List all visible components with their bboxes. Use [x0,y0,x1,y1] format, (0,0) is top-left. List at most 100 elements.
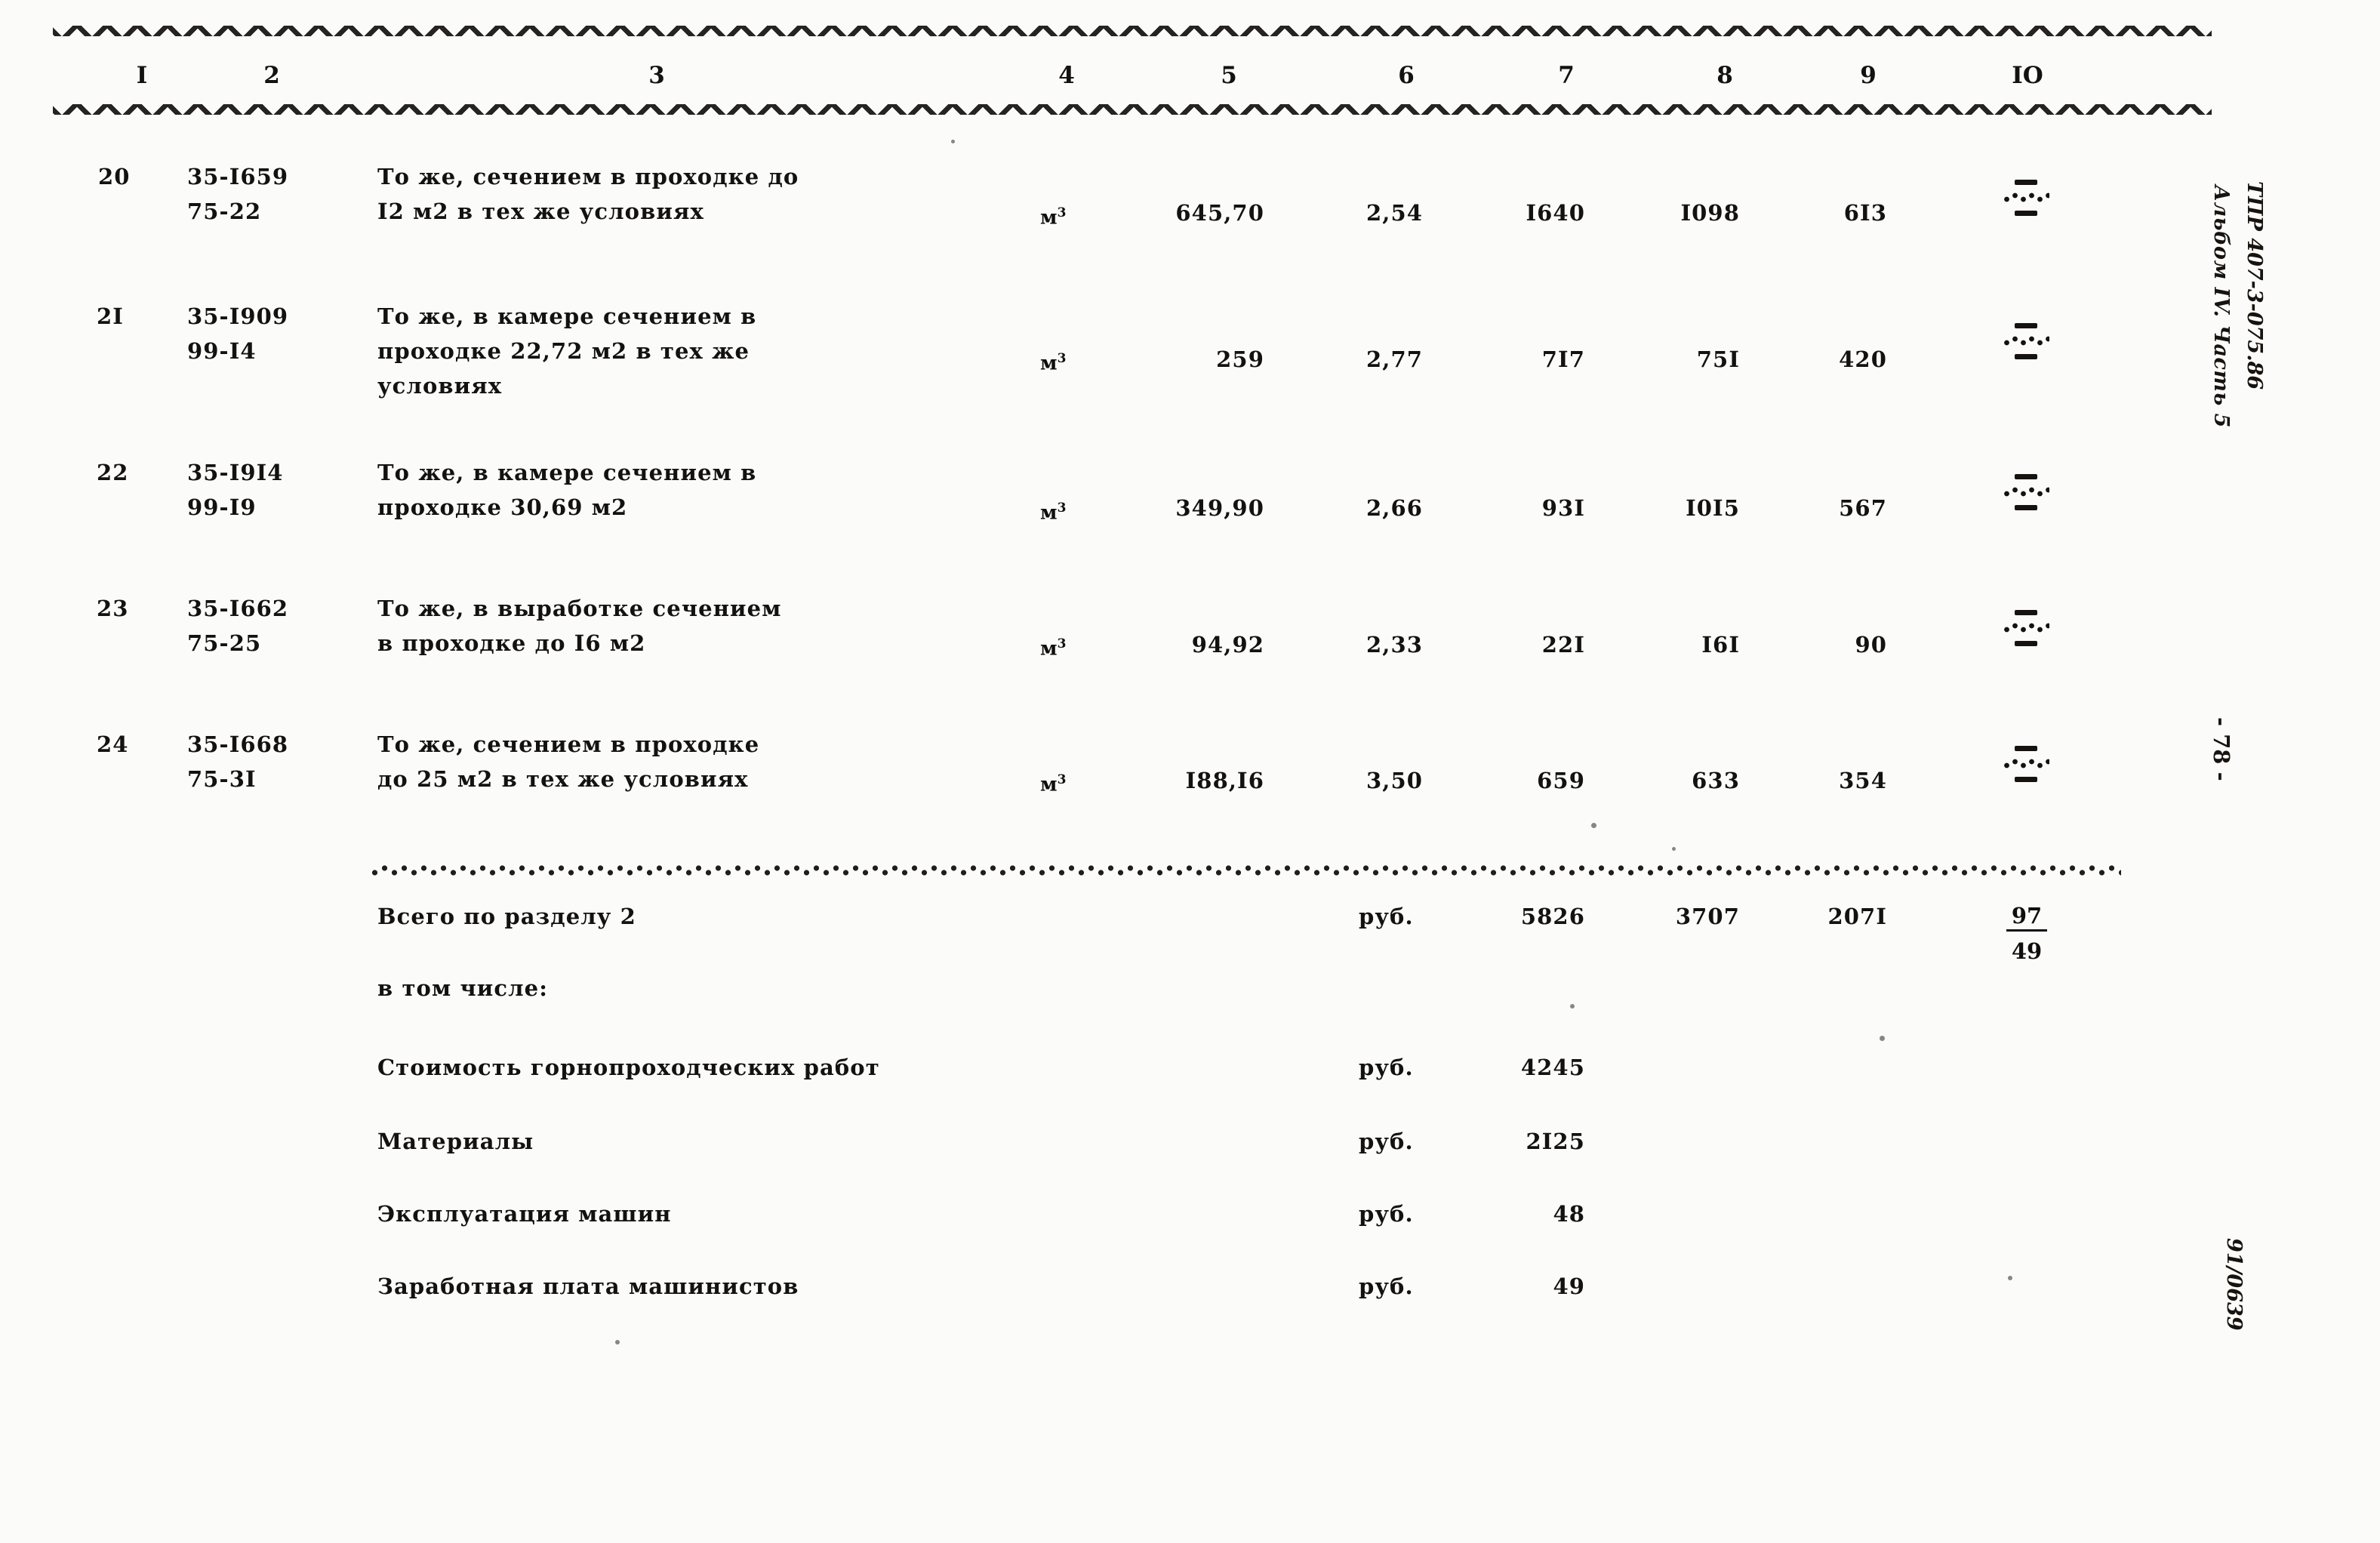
row-code-line1: 35-I9I4 [187,460,284,485]
breakdown-value: 4245 [1520,1055,1585,1080]
row-col8: 75I [1696,346,1740,372]
row-code-line2: 75-22 [187,199,262,224]
row-col9: 354 [1839,768,1887,793]
row-col8: I0I5 [1686,495,1740,521]
row-price: 3,50 [1365,768,1423,793]
row-col10-dash-fraction [1997,746,2055,782]
row-col7: 7I7 [1541,346,1585,372]
row-quantity: 259 [1216,346,1264,372]
scan-speck [2008,1276,2012,1280]
row-unit: м3 [1040,500,1067,525]
header-rule-top [53,23,2212,36]
wave-divider-icon [2003,335,2049,347]
scan-speck [615,1340,620,1344]
scan-speck [1591,823,1596,828]
scan-speck [1570,1004,1575,1009]
summary-total-col7: 5826 [1520,904,1585,929]
row-code-line1: 35-I909 [187,303,289,329]
row-col8: 633 [1692,768,1740,793]
scan-speck [1880,1036,1885,1041]
dash-bottom-icon [2015,354,2037,359]
row-description-line2: в проходке до I6 м2 [377,630,646,656]
breakdown-label: Заработная плата машинистов [377,1274,799,1299]
wave-divider-icon [2003,192,2049,204]
row-number: 24 [97,731,129,757]
page-sheet: I 2 3 4 5 6 7 8 9 IO 20 35-I659 75-22 То… [0,0,2380,1543]
row-col10-dash-fraction [1997,474,2055,510]
row-col9: 90 [1855,632,1887,658]
column-header-2: 2 [263,62,280,89]
margin-page-number: - 78 - [2209,717,2234,781]
dash-top-icon [2015,746,2037,751]
column-header-5: 5 [1221,62,1237,89]
row-description-line2: проходке 22,72 м2 в тех же [377,338,750,364]
dash-bottom-icon [2015,211,2037,216]
column-header-6: 6 [1398,62,1415,89]
column-header-4: 4 [1058,62,1075,89]
dash-top-icon [2015,180,2037,185]
row-col9: 420 [1839,346,1887,372]
row-unit: м3 [1040,636,1067,661]
summary-total-unit: руб. [1359,904,1414,929]
header-rule-bottom [53,101,2212,115]
breakdown-value: 48 [1553,1201,1585,1227]
column-header-9: 9 [1860,62,1877,89]
margin-bottom-code: 91/0639 [2222,1238,2246,1331]
column-header-10: IO [2012,62,2043,89]
row-code-line2: 75-3I [187,766,257,792]
breakdown-label: Эксплуатация машин [377,1201,672,1227]
row-col7: 22I [1541,632,1585,658]
row-number: 2I [97,303,124,329]
wave-divider-icon [2003,758,2049,770]
breakdown-value: 2I25 [1526,1129,1585,1154]
row-price: 2,66 [1365,495,1423,521]
row-unit: м3 [1040,205,1067,229]
row-description-line3: условиях [377,373,503,399]
row-quantity: 94,92 [1191,632,1264,658]
dash-bottom-icon [2015,777,2037,782]
row-description-line1: То же, в камере сечением в [377,460,757,485]
fraction-numerator: 97 [2006,903,2047,932]
summary-total-col10-fraction: 97 49 [1993,903,2061,964]
row-code-line1: 35-I668 [187,731,289,757]
column-header-1: I [136,62,148,89]
row-col8: I6I [1701,632,1740,658]
row-code-line2: 99-I9 [187,494,257,520]
row-col7: I640 [1526,200,1585,226]
row-description-line2: до 25 м2 в тех же условиях [377,766,749,792]
row-description-line1: То же, сечением в проходке [377,731,760,757]
row-quantity: 645,70 [1175,200,1264,226]
breakdown-label: Стоимость горнопроходческих работ [377,1055,880,1080]
summary-including-label: в том числе: [377,975,549,1001]
row-col10-dash-fraction [1997,323,2055,359]
row-description-line2: I2 м2 в тех же условиях [377,199,704,224]
column-header-7: 7 [1558,62,1575,89]
column-header-3: 3 [648,62,665,89]
row-quantity: I88,I6 [1185,768,1264,793]
row-col7: 659 [1537,768,1585,793]
row-code-line2: 75-25 [187,630,262,656]
breakdown-unit: руб. [1359,1274,1414,1299]
row-number: 20 [98,164,131,189]
summary-total-label: Всего по разделу 2 [377,904,636,929]
breakdown-unit: руб. [1359,1129,1414,1154]
dash-bottom-icon [2015,641,2037,646]
wave-divider-icon [2003,486,2049,498]
row-unit: м3 [1040,351,1067,375]
row-code-line1: 35-I662 [187,596,289,621]
summary-total-col8: 3707 [1675,904,1740,929]
row-price: 2,54 [1365,200,1423,226]
fraction-denominator: 49 [2011,938,2043,964]
dash-top-icon [2015,610,2037,615]
row-number: 22 [97,460,129,485]
row-unit: м3 [1040,772,1067,796]
row-price: 2,77 [1365,346,1423,372]
breakdown-label: Материалы [377,1129,534,1154]
row-number: 23 [97,596,129,621]
dash-top-icon [2015,323,2037,328]
row-col7: 93I [1541,495,1585,521]
breakdown-unit: руб. [1359,1201,1414,1227]
summary-separator-rule [370,864,2121,876]
breakdown-value: 49 [1553,1274,1585,1299]
wave-divider-icon [2003,622,2049,634]
